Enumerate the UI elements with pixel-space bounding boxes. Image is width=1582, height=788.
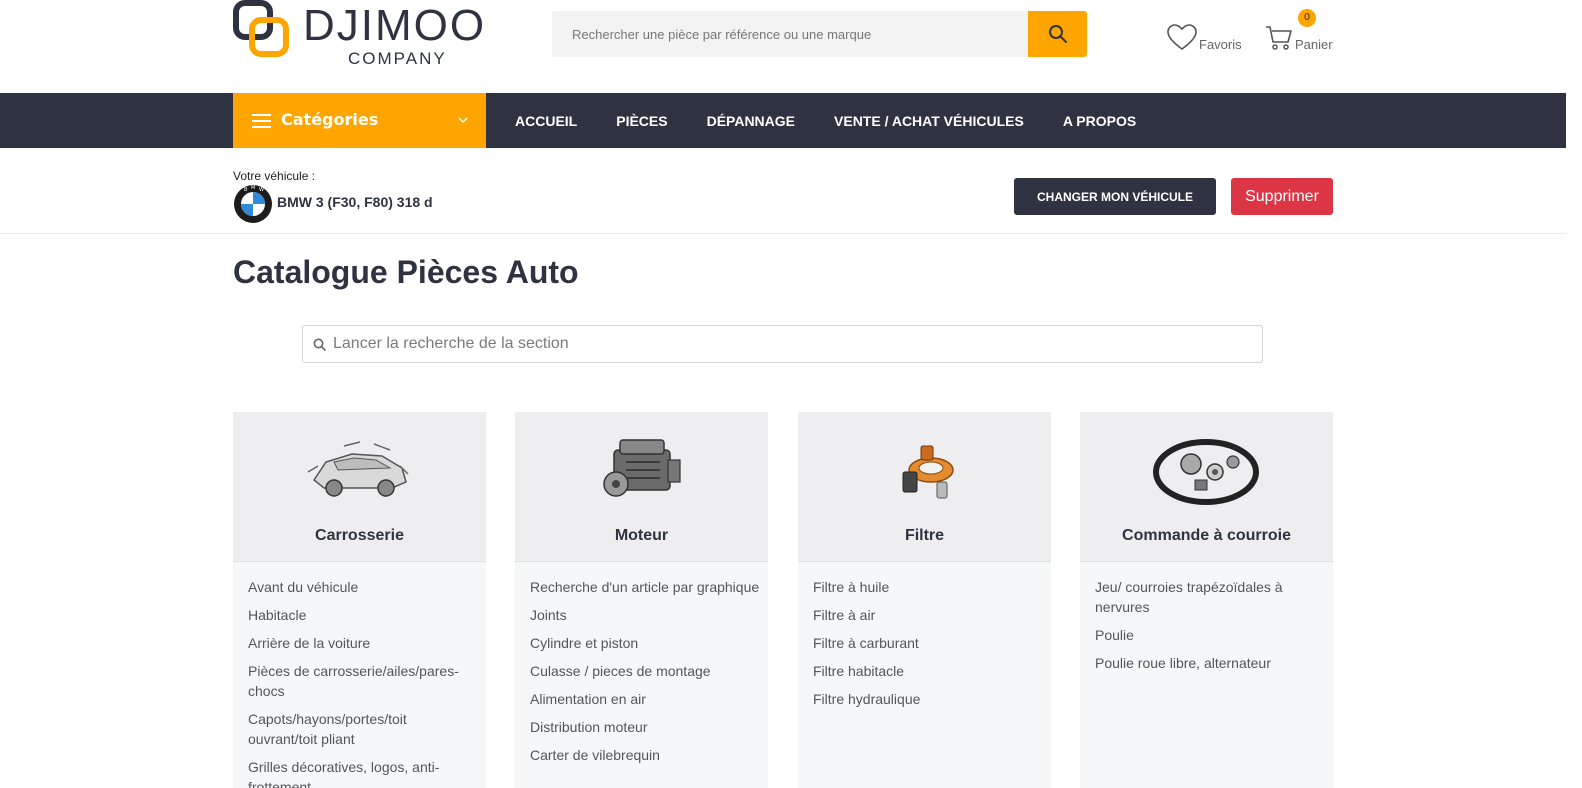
nav-link-accueil[interactable]: ACCUEIL — [515, 113, 577, 129]
page-title: Catalogue Pièces Auto — [233, 254, 579, 290]
svg-text:B: B — [244, 187, 248, 193]
bmw-logo-icon: B M W — [234, 185, 272, 223]
category-title: Carrosserie — [315, 527, 404, 544]
category-card-carrosserie: Carrosserie Avant du véhicule Habitacle … — [233, 412, 486, 788]
svg-text:W: W — [259, 187, 264, 193]
subcategory-link[interactable]: Culasse / pieces de montage — [530, 661, 760, 681]
change-vehicle-button[interactable]: CHANGER MON VÉHICULE — [1014, 178, 1216, 215]
category-title: Commande à courroie — [1122, 527, 1291, 544]
subcategory-link[interactable]: Filtre à carburant — [813, 633, 1043, 653]
logo-wordmark: DJIMOO — [303, 1, 487, 50]
cart-link[interactable]: 0 Panier — [1265, 9, 1340, 54]
delete-vehicle-button[interactable]: Supprimer — [1231, 178, 1333, 215]
subcategory-link[interactable]: Poulie — [1095, 625, 1325, 645]
subcategory-list: Filtre à huile Filtre à air Filtre à car… — [813, 577, 1043, 717]
main-navigation: Catégories ACCUEIL PIÈCES DÉPANNAGE VENT… — [0, 93, 1566, 148]
subcategory-list: Recherche d'un article par graphique Joi… — [530, 577, 760, 773]
subcategory-link[interactable]: Grilles décoratives, logos, anti-frottem… — [248, 757, 478, 788]
subcategory-link[interactable]: Arrière de la voiture — [248, 633, 478, 653]
subcategory-link[interactable]: Filtre à air — [813, 605, 1043, 625]
logo-rings-icon — [233, 0, 289, 57]
subcategory-link[interactable]: Filtre à huile — [813, 577, 1043, 597]
subcategory-link[interactable]: Alimentation en air — [530, 689, 760, 709]
category-title: Moteur — [614, 527, 669, 544]
categories-dropdown-button[interactable]: Catégories — [233, 93, 486, 148]
section-search-input[interactable] — [333, 326, 1253, 362]
subcategory-link[interactable]: Recherche d'un article par graphique — [530, 577, 760, 597]
subcategory-link[interactable]: Avant du véhicule — [248, 577, 478, 597]
car-body-icon — [307, 441, 409, 497]
nav-link-a-propos[interactable]: A PROPOS — [1063, 113, 1136, 129]
vehicle-caption: Votre véhicule : — [233, 169, 316, 183]
subcategory-link[interactable]: Carter de vilebrequin — [530, 745, 760, 765]
subcategory-link[interactable]: Filtre habitacle — [813, 661, 1043, 681]
vehicle-name: BMW 3 (F30, F80) 318 d — [277, 194, 433, 210]
cart-label: Panier — [1295, 37, 1333, 52]
category-card-courroie: Commande à courroie Jeu/ courroies trapé… — [1080, 412, 1333, 788]
vehicle-bar: Votre véhicule : B M W BMW 3 (F30, F80) … — [0, 148, 1566, 234]
nav-links: ACCUEIL PIÈCES DÉPANNAGE VENTE / ACHAT V… — [515, 93, 1175, 148]
category-cards: Carrosserie Avant du véhicule Habitacle … — [233, 412, 1333, 788]
search-icon — [313, 338, 326, 351]
subcategory-link[interactable]: Jeu/ courroies trapézoïdales à nervures — [1095, 577, 1325, 617]
site-logo[interactable]: DJIMOO COMPANY — [233, 0, 493, 72]
subcategory-link[interactable]: Filtre hydraulique — [813, 689, 1043, 709]
favorites-link[interactable]: Favoris — [1167, 24, 1247, 54]
subcategory-link[interactable]: Joints — [530, 605, 760, 625]
categories-label: Catégories — [281, 110, 379, 129]
cart-icon — [1266, 26, 1292, 50]
category-card-filtre: Filtre Filtre à huile Filtre à air Filtr… — [798, 412, 1051, 788]
svg-text:M: M — [251, 185, 255, 191]
logo-subtitle: COMPANY — [348, 49, 447, 68]
top-search-bar — [552, 11, 1087, 57]
subcategory-link[interactable]: Habitacle — [248, 605, 478, 625]
subcategory-list: Avant du véhicule Habitacle Arrière de l… — [248, 577, 478, 788]
subcategory-list: Jeu/ courroies trapézoïdales à nervures … — [1095, 577, 1325, 681]
nav-link-pieces[interactable]: PIÈCES — [616, 113, 667, 129]
chevron-down-icon — [458, 117, 468, 123]
site-header: DJIMOO COMPANY Favoris 0 Panier — [0, 0, 1566, 93]
category-card-header[interactable]: Filtre — [798, 412, 1051, 562]
filter-icon — [902, 445, 954, 499]
nav-link-vente-achat[interactable]: VENTE / ACHAT VÉHICULES — [834, 113, 1024, 129]
category-card-header[interactable]: Carrosserie — [233, 412, 486, 562]
subcategory-link[interactable]: Pièces de carrosserie/ailes/pares-chocs — [248, 661, 478, 701]
favorites-label: Favoris — [1199, 37, 1242, 52]
nav-link-depannage[interactable]: DÉPANNAGE — [707, 113, 795, 129]
subcategory-link[interactable]: Capots/hayons/portes/toit ouvrant/toit p… — [248, 709, 478, 749]
top-search-button[interactable] — [1028, 11, 1087, 57]
subcategory-link[interactable]: Distribution moteur — [530, 717, 760, 737]
section-search-bar — [302, 325, 1263, 363]
search-icon — [1048, 25, 1067, 43]
category-card-header[interactable]: Commande à courroie — [1080, 412, 1333, 562]
hamburger-icon — [252, 114, 271, 128]
category-card-header[interactable]: Moteur — [515, 412, 768, 562]
belt-icon — [1153, 439, 1259, 505]
heart-icon — [1167, 24, 1197, 50]
subcategory-link[interactable]: Cylindre et piston — [530, 633, 760, 653]
top-search-input[interactable] — [552, 11, 1028, 57]
cart-count-badge: 0 — [1298, 9, 1316, 27]
category-title: Filtre — [904, 527, 945, 544]
category-card-moteur: Moteur Recherche d'un article par graphi… — [515, 412, 768, 788]
engine-icon — [603, 439, 681, 497]
subcategory-link[interactable]: Poulie roue libre, alternateur — [1095, 653, 1325, 673]
